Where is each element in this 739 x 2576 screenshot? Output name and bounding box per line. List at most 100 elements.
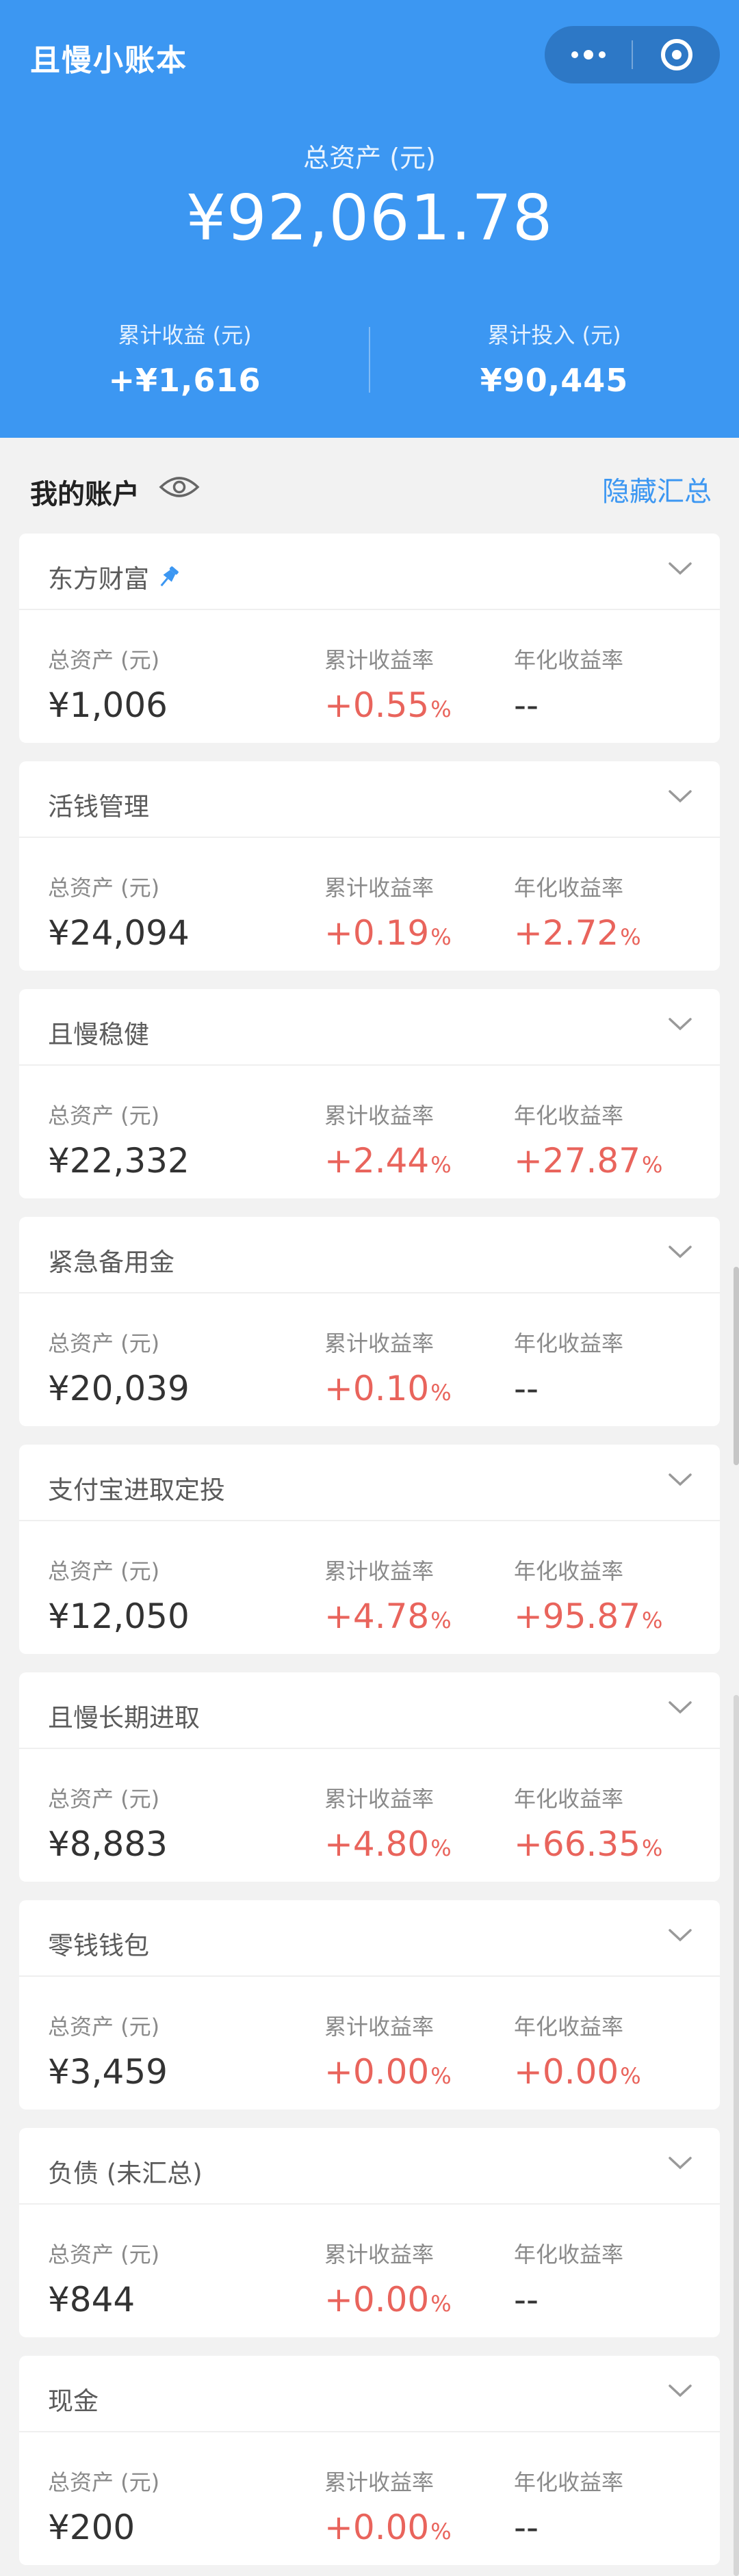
more-menu-button[interactable] bbox=[545, 26, 632, 83]
cumulative-rate-label: 累计收益率 bbox=[324, 875, 435, 901]
cumulative-rate-value: +0.00% bbox=[324, 2280, 452, 2319]
account-card-header[interactable]: 且慢稳健 bbox=[19, 989, 720, 1066]
cumulative-rate-label: 累计收益率 bbox=[324, 2242, 435, 2268]
account-card[interactable]: 且慢稳健 总资产 (元) ¥22,332 累计收益率 +2.44% 年化收益率 … bbox=[19, 989, 720, 1198]
asset-value: ¥3,459 bbox=[48, 2052, 168, 2092]
cumulative-rate-label: 累计收益率 bbox=[324, 2014, 435, 2040]
annual-rate-value: -- bbox=[514, 2508, 539, 2547]
account-card-header[interactable]: 现金 bbox=[19, 2356, 720, 2432]
cumulative-rate-column: 累计收益率 +0.00% bbox=[324, 2237, 452, 2319]
account-card-header[interactable]: 活钱管理 bbox=[19, 761, 720, 838]
percent-sign: % bbox=[642, 1152, 663, 1178]
percent-sign: % bbox=[430, 2519, 452, 2545]
asset-value: ¥8,883 bbox=[48, 1824, 168, 1864]
asset-column: 总资产 (元) ¥1,006 bbox=[48, 643, 168, 725]
cumulative-rate-label: 累计收益率 bbox=[324, 647, 435, 673]
chevron-down-icon[interactable] bbox=[668, 789, 692, 808]
percent-sign: % bbox=[430, 1835, 452, 1861]
account-card[interactable]: 且慢长期进取 总资产 (元) ¥8,883 累计收益率 +4.80% 年化收益率… bbox=[19, 1672, 720, 1882]
annual-rate-column: 年化收益率 -- bbox=[514, 1326, 623, 1408]
cumulative-rate-label: 累计收益率 bbox=[324, 1558, 435, 1584]
my-accounts-title: 我的账户 bbox=[30, 479, 140, 510]
account-card-header[interactable]: 零钱钱包 bbox=[19, 1900, 720, 1977]
chevron-down-icon[interactable] bbox=[668, 2383, 692, 2402]
scrollbar-thumb[interactable] bbox=[734, 1267, 739, 1465]
asset-label: 总资产 (元) bbox=[48, 2242, 160, 2268]
annual-rate-value: +0.00% bbox=[514, 2052, 641, 2092]
percent-sign: % bbox=[430, 924, 452, 950]
asset-value: ¥20,039 bbox=[48, 1369, 190, 1408]
annual-rate-value: +27.87% bbox=[514, 1141, 663, 1181]
asset-label: 总资产 (元) bbox=[48, 1330, 160, 1356]
asset-column: 总资产 (元) ¥200 bbox=[48, 2465, 159, 2547]
account-card-header[interactable]: 紧急备用金 bbox=[19, 1217, 720, 1293]
chevron-down-icon[interactable] bbox=[668, 1016, 692, 1036]
asset-value: ¥22,332 bbox=[48, 1141, 190, 1181]
total-assets-value: ¥92,061.78 bbox=[185, 181, 554, 254]
cumulative-rate-label: 累计收益率 bbox=[324, 1786, 435, 1812]
asset-column: 总资产 (元) ¥24,094 bbox=[48, 871, 190, 953]
account-card[interactable]: 活钱管理 总资产 (元) ¥24,094 累计收益率 +0.19% 年化收益率 … bbox=[19, 761, 720, 971]
account-card-header[interactable]: 东方财富 bbox=[19, 534, 720, 610]
close-miniprogram-button[interactable] bbox=[633, 26, 720, 83]
asset-value: ¥200 bbox=[48, 2508, 135, 2547]
annual-rate-column: 年化收益率 -- bbox=[514, 643, 623, 725]
target-close-icon bbox=[660, 39, 692, 70]
account-card[interactable]: 紧急备用金 总资产 (元) ¥20,039 累计收益率 +0.10% 年化收益率… bbox=[19, 1217, 720, 1426]
asset-label: 总资产 (元) bbox=[48, 1558, 160, 1584]
cumulative-invest-stat: 累计投入 (元) ¥90,445 bbox=[370, 318, 739, 399]
eye-icon[interactable] bbox=[159, 473, 200, 503]
asset-column: 总资产 (元) ¥3,459 bbox=[48, 2010, 168, 2092]
chevron-down-icon[interactable] bbox=[668, 561, 692, 580]
annual-rate-column: 年化收益率 +95.87% bbox=[514, 1554, 662, 1636]
annual-rate-column: 年化收益率 -- bbox=[514, 2237, 623, 2319]
cumulative-profit-value: +¥1,616 bbox=[108, 362, 261, 399]
cumulative-invest-label: 累计投入 (元) bbox=[487, 322, 621, 348]
asset-label: 总资产 (元) bbox=[48, 2469, 160, 2495]
account-list: 东方财富 总资产 (元) ¥1,006 累计收益率 +0.55% 年化收益率 -… bbox=[19, 534, 720, 2576]
chevron-down-icon[interactable] bbox=[668, 1472, 692, 1491]
account-card[interactable]: 零钱钱包 总资产 (元) ¥3,459 累计收益率 +0.00% 年化收益率 +… bbox=[19, 1900, 720, 2110]
annual-rate-label: 年化收益率 bbox=[514, 1786, 624, 1812]
account-card[interactable]: 负债 (未汇总) 总资产 (元) ¥844 累计收益率 +0.00% 年化收益率… bbox=[19, 2128, 720, 2337]
cumulative-rate-column: 累计收益率 +0.19% bbox=[324, 871, 452, 953]
cumulative-rate-column: 累计收益率 +4.80% bbox=[324, 1782, 452, 1864]
summary-header: 且慢小账本 总资产 (元) ¥92,061.78 累计收益 (元) +¥1,61… bbox=[0, 0, 739, 438]
cumulative-rate-value: +4.80% bbox=[324, 1824, 452, 1864]
asset-column: 总资产 (元) ¥20,039 bbox=[48, 1326, 190, 1408]
account-card[interactable]: 现金 总资产 (元) ¥200 累计收益率 +0.00% 年化收益率 -- bbox=[19, 2356, 720, 2565]
chevron-down-icon[interactable] bbox=[668, 1244, 692, 1263]
account-card-header[interactable]: 支付宝进取定投 bbox=[19, 1445, 720, 1521]
annual-rate-label: 年化收益率 bbox=[514, 1103, 624, 1129]
scrollbar-track bbox=[734, 1695, 739, 2576]
cumulative-profit-stat: 累计收益 (元) +¥1,616 bbox=[0, 318, 370, 399]
account-name: 且慢稳健 bbox=[48, 1020, 149, 1049]
account-name: 东方财富 bbox=[48, 558, 182, 597]
asset-value: ¥12,050 bbox=[48, 1596, 190, 1636]
account-card[interactable]: 支付宝进取定投 总资产 (元) ¥12,050 累计收益率 +4.78% 年化收… bbox=[19, 1445, 720, 1654]
annual-rate-column: 年化收益率 +66.35% bbox=[514, 1782, 662, 1864]
chevron-down-icon[interactable] bbox=[668, 2155, 692, 2174]
cumulative-rate-column: 累计收益率 +2.44% bbox=[324, 1099, 452, 1181]
chevron-down-icon[interactable] bbox=[668, 1700, 692, 1719]
annual-rate-column: 年化收益率 +27.87% bbox=[514, 1099, 662, 1181]
pin-icon bbox=[155, 564, 182, 597]
asset-label: 总资产 (元) bbox=[48, 1103, 160, 1129]
annual-rate-value: -- bbox=[514, 685, 539, 725]
cumulative-rate-column: 累计收益率 +0.00% bbox=[324, 2465, 452, 2547]
asset-label: 总资产 (元) bbox=[48, 2014, 160, 2040]
account-name: 零钱钱包 bbox=[48, 1931, 149, 1960]
miniprogram-capsule bbox=[545, 26, 720, 83]
cumulative-rate-value: +0.19% bbox=[324, 913, 452, 953]
chevron-down-icon[interactable] bbox=[668, 1928, 692, 1947]
hide-summary-link[interactable]: 隐藏汇总 bbox=[602, 469, 712, 509]
account-card[interactable]: 东方财富 总资产 (元) ¥1,006 累计收益率 +0.55% 年化收益率 -… bbox=[19, 534, 720, 743]
asset-value: ¥24,094 bbox=[48, 913, 190, 953]
annual-rate-value: +95.87% bbox=[514, 1596, 663, 1636]
asset-label: 总资产 (元) bbox=[48, 875, 160, 901]
account-name: 活钱管理 bbox=[48, 792, 149, 822]
annual-rate-value: +66.35% bbox=[514, 1824, 663, 1864]
cumulative-rate-value: +0.55% bbox=[324, 685, 452, 725]
account-card-header[interactable]: 负债 (未汇总) bbox=[19, 2128, 720, 2205]
account-card-header[interactable]: 且慢长期进取 bbox=[19, 1672, 720, 1749]
